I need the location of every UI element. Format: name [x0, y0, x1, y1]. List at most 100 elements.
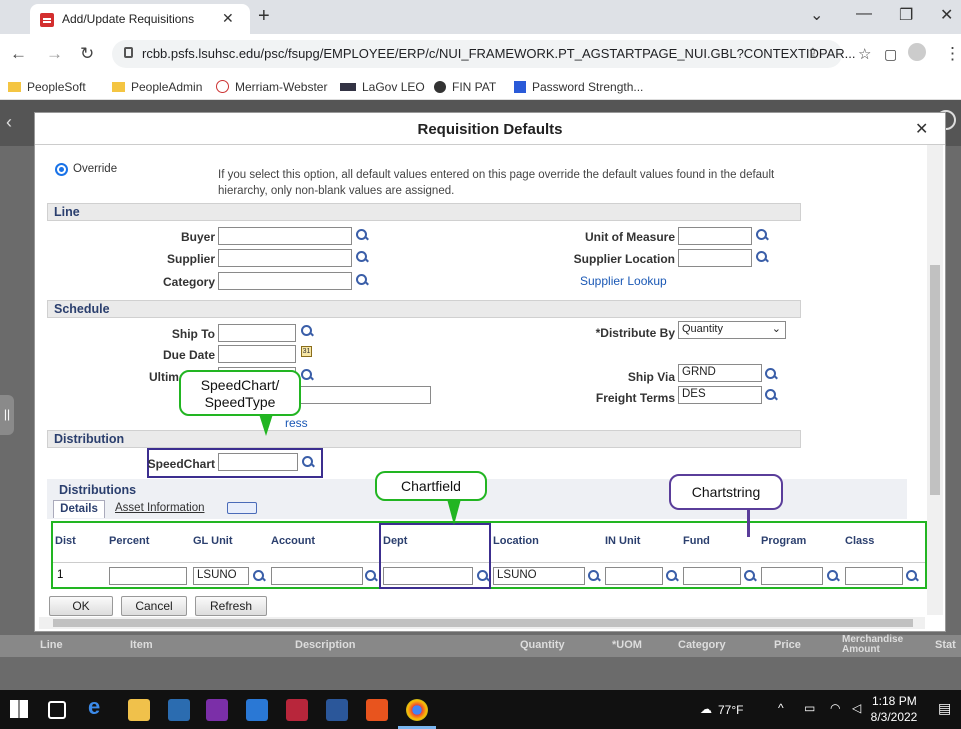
ship-via-lookup-icon[interactable] [765, 368, 777, 380]
bookmark-password-strength[interactable]: Password Strength... [514, 80, 643, 94]
menu-icon[interactable]: ⋮ [944, 44, 961, 64]
uom-lookup-icon[interactable] [756, 229, 768, 241]
category-input[interactable] [218, 272, 352, 290]
tab-details[interactable]: Details [53, 500, 105, 518]
side-panel-icon[interactable]: ▢ [884, 46, 897, 63]
speedchart-lookup-icon[interactable] [302, 456, 314, 468]
network-icon[interactable]: ▭ [804, 701, 815, 715]
buyer-label: Buyer [180, 230, 215, 244]
onenote-icon[interactable] [206, 699, 228, 721]
office-icon[interactable] [366, 699, 388, 721]
bookmark-star-icon[interactable]: ☆ [858, 45, 871, 63]
browser-tab[interactable]: Add/Update Requisitions ✕ [30, 4, 250, 34]
buyer-lookup-icon[interactable] [356, 229, 368, 241]
address-link[interactable]: ress [285, 416, 308, 430]
side-drawer-handle[interactable]: || [0, 395, 14, 435]
supplier-location-lookup-icon[interactable] [756, 251, 768, 263]
supplier-lookup-link[interactable]: Supplier Lookup [580, 274, 667, 288]
tab-search-icon[interactable]: ⌄ [810, 5, 823, 25]
ok-button[interactable]: OK [49, 596, 113, 616]
location-lookup-icon[interactable] [588, 570, 600, 582]
weather-icon[interactable]: ☁ [700, 702, 712, 716]
clock-date[interactable]: 8/3/2022 [866, 710, 922, 724]
chevron-left-icon[interactable]: ‹ [6, 112, 12, 133]
weather-temp[interactable]: 77°F [718, 703, 743, 717]
ship-to-input[interactable] [218, 324, 296, 342]
bookmark-peoplesoft[interactable]: PeopleSoft [8, 80, 86, 94]
bookmark-peopleadmin[interactable]: PeopleAdmin [112, 80, 202, 94]
class-lookup-icon[interactable] [906, 570, 918, 582]
vertical-scrollbar[interactable] [927, 145, 943, 615]
url-field[interactable]: rcbb.psfs.lsuhsc.edu/psc/fsupg/EMPLOYEE/… [112, 40, 856, 68]
override-radio[interactable] [55, 163, 68, 176]
supplier-lookup-icon[interactable] [356, 251, 368, 263]
edge-icon[interactable]: e [88, 694, 110, 719]
category-lookup-icon[interactable] [356, 274, 368, 286]
profile-avatar[interactable] [908, 43, 926, 61]
due-date-input[interactable] [218, 345, 296, 363]
supplier-location-input[interactable] [678, 249, 752, 267]
restore-icon[interactable]: ❐ [899, 5, 913, 25]
supplier-input[interactable] [218, 249, 352, 267]
calendar-icon[interactable]: 31 [301, 346, 312, 357]
scroll-thumb[interactable] [930, 265, 940, 495]
hscroll-thumb[interactable] [53, 619, 913, 627]
word-icon[interactable] [326, 699, 348, 721]
tray-chevron-up-icon[interactable]: ^ [778, 701, 784, 715]
minimize-icon[interactable]: — [856, 5, 872, 23]
reload-icon[interactable]: ↻ [80, 44, 94, 64]
gl-unit-input[interactable]: LSUNO [193, 567, 249, 585]
bookmark-lagov-leo[interactable]: LaGov LEO [340, 80, 425, 94]
new-tab-icon[interactable]: + [258, 5, 270, 28]
account-input[interactable] [271, 567, 363, 585]
windows-start-icon[interactable] [10, 700, 28, 718]
file-explorer-icon[interactable] [128, 699, 150, 721]
distribute-by-select[interactable]: Quantity ⌄ [678, 321, 786, 339]
share-icon[interactable]: ⇪ [807, 45, 819, 62]
ship-to-lookup-icon[interactable] [301, 325, 313, 337]
gl-unit-lookup-icon[interactable] [253, 570, 265, 582]
ship-via-input[interactable]: GRND [678, 364, 762, 382]
fund-lookup-icon[interactable] [744, 570, 756, 582]
percent-input[interactable] [109, 567, 187, 585]
show-all-columns-icon[interactable] [227, 502, 257, 514]
location-input[interactable]: LSUNO [493, 567, 585, 585]
buyer-input[interactable] [218, 227, 352, 245]
access-icon[interactable] [286, 699, 308, 721]
cancel-button[interactable]: Cancel [121, 596, 187, 616]
refresh-button[interactable]: Refresh [195, 596, 267, 616]
forward-icon[interactable]: → [46, 44, 63, 64]
horizontal-scrollbar[interactable] [39, 617, 925, 629]
distribute-by-label: *Distribute By [595, 326, 675, 340]
tab-asset-information[interactable]: Asset Information [115, 502, 223, 518]
close-tab-icon[interactable]: ✕ [222, 10, 234, 27]
in-unit-lookup-icon[interactable] [666, 570, 678, 582]
in-unit-input[interactable] [605, 567, 663, 585]
freight-terms-lookup-icon[interactable] [765, 389, 777, 401]
close-window-icon[interactable]: ✕ [940, 5, 953, 25]
outlook-icon[interactable] [246, 699, 268, 721]
clock-time[interactable]: 1:18 PM [872, 694, 917, 708]
wifi-icon[interactable]: ◠ [830, 701, 840, 715]
bookmark-fin-pat[interactable]: FIN PAT [434, 80, 496, 94]
program-input[interactable] [761, 567, 823, 585]
task-view-icon[interactable] [48, 701, 66, 719]
uom-input[interactable] [678, 227, 752, 245]
fund-input[interactable] [683, 567, 741, 585]
chrome-icon[interactable] [406, 699, 428, 721]
browser-tab-bar: Add/Update Requisitions ✕ + ⌄ — ❐ ✕ [0, 0, 961, 34]
speedchart-input[interactable] [218, 453, 298, 471]
dept-lookup-icon[interactable] [477, 570, 489, 582]
speaker-icon[interactable]: ◁ [852, 701, 861, 715]
close-icon[interactable]: ✕ [915, 119, 928, 139]
account-lookup-icon[interactable] [365, 570, 377, 582]
bookmark-merriam-webster[interactable]: Merriam-Webster [216, 80, 327, 94]
program-lookup-icon[interactable] [827, 570, 839, 582]
notifications-icon[interactable]: ▤ [938, 700, 951, 717]
media-icon[interactable] [168, 699, 190, 721]
dept-input[interactable] [383, 567, 473, 585]
back-icon[interactable]: ← [10, 44, 27, 64]
freight-terms-input[interactable]: DES [678, 386, 762, 404]
class-input[interactable] [845, 567, 903, 585]
ultimate-use-lookup-icon[interactable] [301, 369, 313, 381]
